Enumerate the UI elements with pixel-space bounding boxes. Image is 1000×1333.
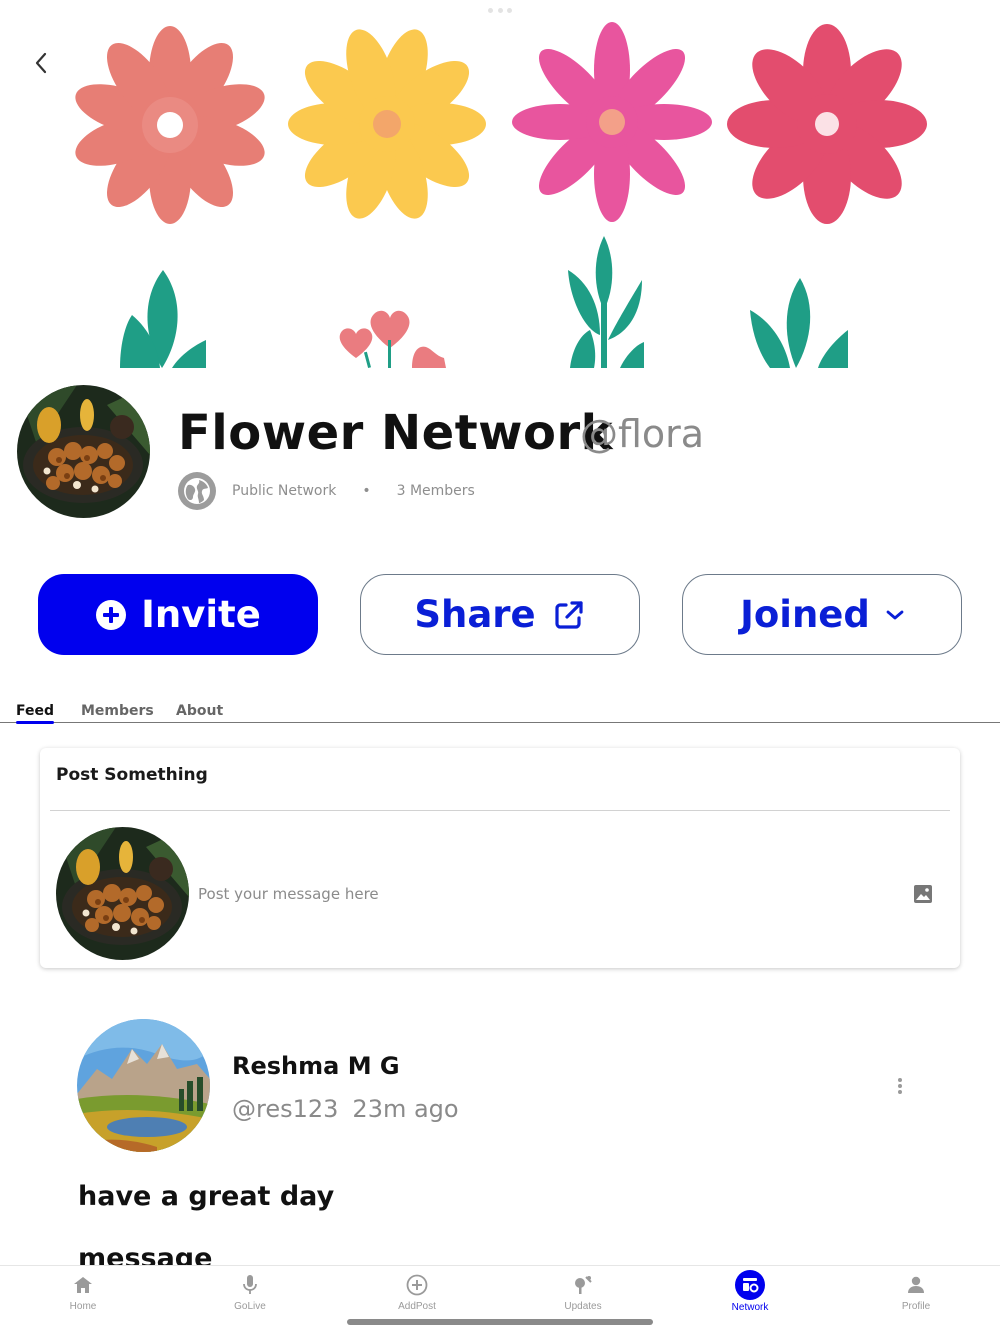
post-message-input[interactable] (198, 881, 878, 907)
network-avatar (17, 385, 150, 518)
current-user-avatar (56, 827, 189, 960)
nav-network-label: Network (731, 1302, 769, 1313)
more-options-icon[interactable] (890, 1075, 910, 1097)
composer-divider (50, 810, 950, 811)
home-icon (73, 1270, 93, 1299)
nav-profile-label: Profile (901, 1301, 931, 1312)
nav-home-label: Home (69, 1301, 97, 1312)
nav-golive[interactable]: GoLive (200, 1270, 300, 1312)
home-indicator (347, 1319, 653, 1325)
network-tabs: Feed Members About (0, 700, 1000, 724)
network-title: Flower Network (178, 405, 614, 461)
nav-addpost-label: AddPost (398, 1301, 436, 1312)
updates-icon (572, 1270, 594, 1299)
microphone-icon (241, 1270, 259, 1299)
nav-network[interactable]: Network (700, 1270, 800, 1313)
pink-flower (512, 22, 712, 222)
joined-dropdown-button[interactable]: Joined (682, 574, 962, 655)
chevron-left-icon (35, 52, 47, 74)
coral-flower (69, 26, 271, 224)
leaves-1 (120, 270, 206, 368)
globe-icon (178, 472, 216, 510)
back-button[interactable] (26, 48, 56, 78)
chevron-down-icon (886, 609, 904, 621)
network-meta: Public Network • 3 Members (178, 471, 475, 511)
nav-golive-label: GoLive (234, 1301, 266, 1312)
tab-about[interactable]: About (176, 703, 223, 719)
feed-post: Reshma M G @res123 23m ago have a great d… (0, 1015, 1000, 1265)
profile-icon (906, 1270, 926, 1299)
food-photo (17, 385, 150, 518)
post-composer-card: Post Something (40, 748, 960, 968)
external-link-icon (552, 598, 586, 632)
author-name[interactable]: Reshma M G (232, 1052, 400, 1080)
joined-label: Joined (740, 593, 870, 636)
cover-banner (0, 0, 1000, 370)
author-meta: @res123 23m ago (232, 1095, 459, 1123)
flower-banner-illustration (69, 22, 927, 368)
nav-updates[interactable]: Updates (533, 1270, 633, 1312)
red-flower (727, 24, 927, 224)
network-visibility: Public Network (232, 483, 337, 499)
post-text-partial: message (78, 1243, 213, 1265)
nav-profile[interactable]: Profile (866, 1270, 966, 1312)
author-avatar[interactable] (77, 1019, 210, 1152)
members-count: 3 Members (396, 483, 475, 499)
post-text: have a great day (78, 1181, 335, 1212)
nav-addpost[interactable]: AddPost (367, 1270, 467, 1312)
tab-members[interactable]: Members (81, 703, 154, 719)
nav-updates-label: Updates (564, 1301, 602, 1312)
food-photo (56, 827, 189, 960)
share-label: Share (414, 593, 536, 636)
meta-separator: • (362, 483, 371, 499)
post-timestamp: 23m ago (352, 1095, 459, 1123)
heart-plants (339, 310, 446, 368)
tab-feed[interactable]: Feed (16, 703, 55, 724)
invite-button[interactable]: Invite (38, 574, 318, 655)
leaves-4 (750, 278, 848, 368)
plus-circle-icon (406, 1270, 428, 1299)
composer-title: Post Something (56, 765, 208, 785)
network-icon (735, 1270, 765, 1300)
leaves-3 (568, 236, 644, 368)
yellow-flower (288, 23, 486, 225)
author-handle: @res123 (232, 1095, 339, 1123)
network-handle: @flora (580, 412, 705, 456)
invite-label: Invite (141, 593, 261, 636)
plus-circle-icon (95, 599, 127, 631)
image-upload-icon[interactable] (913, 884, 933, 904)
share-button[interactable]: Share (360, 574, 640, 655)
landscape-photo (77, 1019, 210, 1152)
nav-home[interactable]: Home (33, 1270, 133, 1312)
